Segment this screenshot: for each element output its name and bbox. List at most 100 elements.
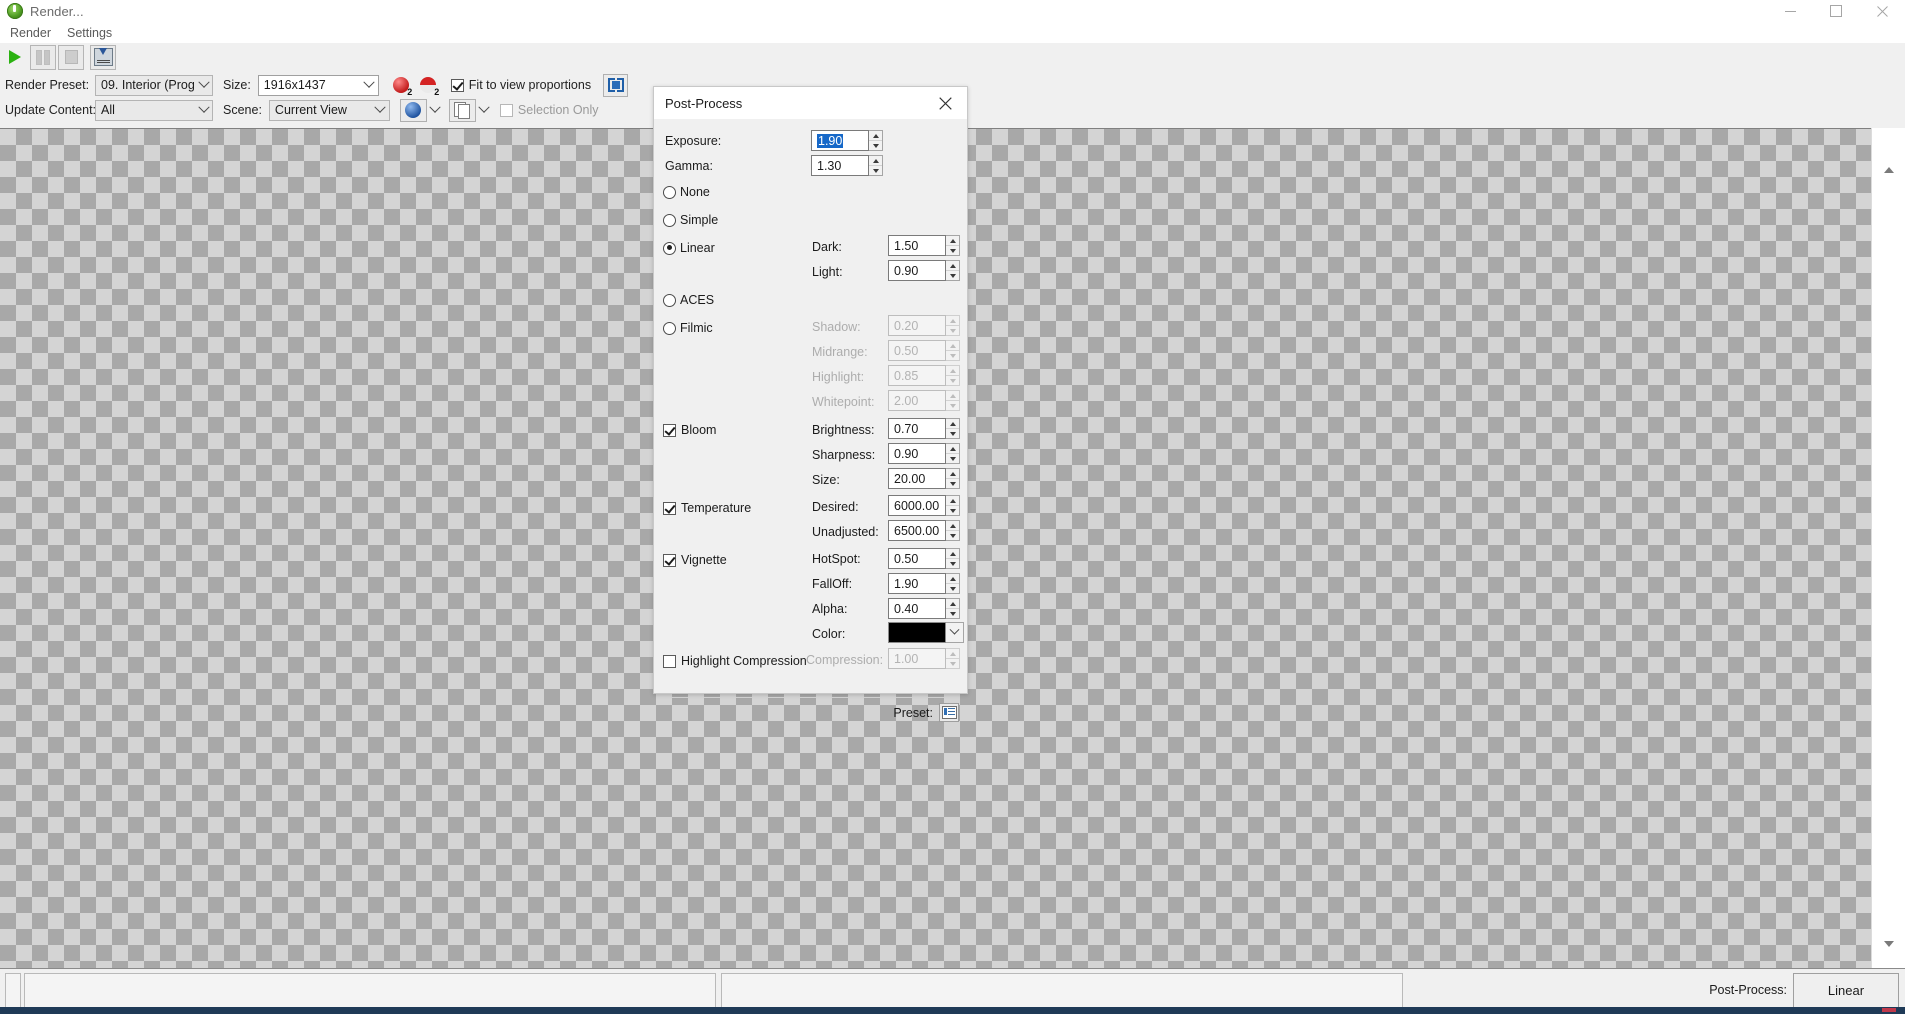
falloff-spinner[interactable]: 1.90	[888, 573, 960, 594]
spin-down-icon[interactable]	[946, 246, 959, 255]
light-spin-buttons[interactable]	[946, 260, 960, 281]
spin-up-icon[interactable]	[869, 131, 882, 141]
scene-combo[interactable]: Current View	[268, 99, 390, 121]
maximize-icon[interactable]	[1813, 0, 1859, 22]
alpha-input[interactable]: 0.40	[888, 598, 946, 619]
sharpness-spin-buttons[interactable]	[946, 443, 960, 464]
render-preset-combo[interactable]: 09. Interior (Progre	[95, 74, 213, 96]
update-content-combo[interactable]: All	[95, 99, 213, 121]
spin-up-icon[interactable]	[946, 496, 959, 506]
bloom-size-input[interactable]: 20.00	[888, 468, 946, 489]
preset-button[interactable]	[939, 703, 959, 722]
close-icon[interactable]	[1859, 0, 1905, 22]
falloff-input[interactable]: 1.90	[888, 573, 946, 594]
unadjusted-spin-buttons[interactable]	[946, 520, 960, 541]
spin-down-icon[interactable]	[946, 429, 959, 438]
spin-down-icon[interactable]	[946, 479, 959, 488]
spin-down-icon[interactable]	[869, 141, 882, 150]
fit-view-button[interactable]	[603, 73, 629, 97]
spin-up-icon[interactable]	[946, 236, 959, 246]
gamma-spinner[interactable]: 1.30	[811, 155, 883, 176]
unadjusted-input[interactable]: 6500.00	[888, 520, 946, 541]
tonemap-radio-aces[interactable]: ACES	[663, 289, 714, 311]
scenes-dropdown-button[interactable]	[476, 99, 492, 122]
sharpness-spinner[interactable]: 0.90	[888, 443, 960, 464]
spin-up-icon[interactable]	[946, 521, 959, 531]
render-save-button[interactable]	[90, 44, 116, 70]
scroll-down-icon[interactable]	[1872, 932, 1905, 956]
size-combo[interactable]: 1916x1437	[257, 74, 379, 96]
hotspot-input[interactable]: 0.50	[888, 548, 946, 569]
canvas-vertical-scrollbar[interactable]	[1871, 128, 1905, 968]
spin-up-icon[interactable]	[946, 469, 959, 479]
spin-up-icon[interactable]	[946, 599, 959, 609]
desired-spinner[interactable]: 6000.00	[888, 495, 960, 516]
render-start-button[interactable]	[2, 45, 28, 70]
vignette-checkbox[interactable]: Vignette	[663, 549, 727, 571]
statusbar-post-process-button[interactable]: Linear	[1793, 973, 1899, 1008]
spin-down-icon[interactable]	[946, 271, 959, 280]
scenes-button[interactable]	[448, 98, 476, 122]
exposure-spinner[interactable]: 1.90	[811, 130, 883, 151]
color-swatch[interactable]	[888, 622, 946, 643]
render-pause-button[interactable]	[30, 44, 56, 70]
dark-input[interactable]: 1.50	[888, 235, 946, 256]
spin-down-icon[interactable]	[946, 559, 959, 568]
menu-item-settings[interactable]: Settings	[59, 22, 120, 43]
tonemap-radio-filmic[interactable]: Filmic	[663, 317, 713, 339]
exposure-input[interactable]: 1.90	[811, 130, 869, 151]
gamma-input[interactable]: 1.30	[811, 155, 869, 176]
spin-down-icon[interactable]	[946, 531, 959, 540]
dark-spinner[interactable]: 1.50	[888, 235, 960, 256]
alpha-spin-buttons[interactable]	[946, 598, 960, 619]
desired-input[interactable]: 6000.00	[888, 495, 946, 516]
tonemap-radio-none[interactable]: None	[663, 181, 710, 203]
highlight-compression-checkbox[interactable]: Highlight Compression	[663, 650, 807, 672]
gamma-spin-buttons[interactable]	[869, 155, 883, 176]
light-input[interactable]: 0.90	[888, 260, 946, 281]
hotspot-spinner[interactable]: 0.50	[888, 548, 960, 569]
spin-down-icon[interactable]	[946, 454, 959, 463]
tonemap-radio-linear[interactable]: Linear	[663, 237, 715, 259]
scroll-up-icon[interactable]	[1872, 158, 1905, 182]
camera-button[interactable]	[399, 98, 427, 122]
render-stop-button[interactable]	[58, 44, 84, 70]
vignette-color-picker[interactable]	[888, 622, 964, 643]
brightness-input[interactable]: 0.70	[888, 418, 946, 439]
brightness-spin-buttons[interactable]	[946, 418, 960, 439]
tonemap-radio-simple[interactable]: Simple	[663, 209, 718, 231]
spin-up-icon[interactable]	[946, 444, 959, 454]
color-dropdown-button[interactable]	[946, 622, 964, 643]
fit-to-view-checkbox[interactable]: Fit to view proportions	[450, 78, 591, 92]
unadjusted-spinner[interactable]: 6500.00	[888, 520, 960, 541]
selection-only-checkbox[interactable]: Selection Only	[499, 103, 599, 117]
falloff-spin-buttons[interactable]	[946, 573, 960, 594]
spin-up-icon[interactable]	[946, 549, 959, 559]
image-remove-button[interactable]: 2	[416, 74, 441, 97]
sharpness-input[interactable]: 0.90	[888, 443, 946, 464]
light-spinner[interactable]: 0.90	[888, 260, 960, 281]
spin-up-icon[interactable]	[946, 261, 959, 271]
brightness-spinner[interactable]: 0.70	[888, 418, 960, 439]
bloom-size-spin-buttons[interactable]	[946, 468, 960, 489]
dark-spin-buttons[interactable]	[946, 235, 960, 256]
temperature-checkbox[interactable]: Temperature	[663, 497, 751, 519]
hotspot-spin-buttons[interactable]	[946, 548, 960, 569]
menu-item-render[interactable]: Render	[2, 22, 59, 43]
image-add-button[interactable]: 2	[389, 74, 414, 97]
spin-up-icon[interactable]	[946, 574, 959, 584]
alpha-spinner[interactable]: 0.40	[888, 598, 960, 619]
desired-spin-buttons[interactable]	[946, 495, 960, 516]
bloom-checkbox[interactable]: Bloom	[663, 419, 716, 441]
spin-down-icon[interactable]	[869, 166, 882, 175]
bloom-size-spinner[interactable]: 20.00	[888, 468, 960, 489]
exposure-spin-buttons[interactable]	[869, 130, 883, 151]
dialog-close-button[interactable]	[923, 87, 967, 119]
spin-up-icon[interactable]	[946, 419, 959, 429]
spin-down-icon[interactable]	[946, 609, 959, 618]
minimize-icon[interactable]	[1767, 0, 1813, 22]
spin-up-icon[interactable]	[869, 156, 882, 166]
spin-down-icon[interactable]	[946, 506, 959, 515]
spin-down-icon[interactable]	[946, 584, 959, 593]
camera-dropdown-button[interactable]	[427, 99, 443, 122]
